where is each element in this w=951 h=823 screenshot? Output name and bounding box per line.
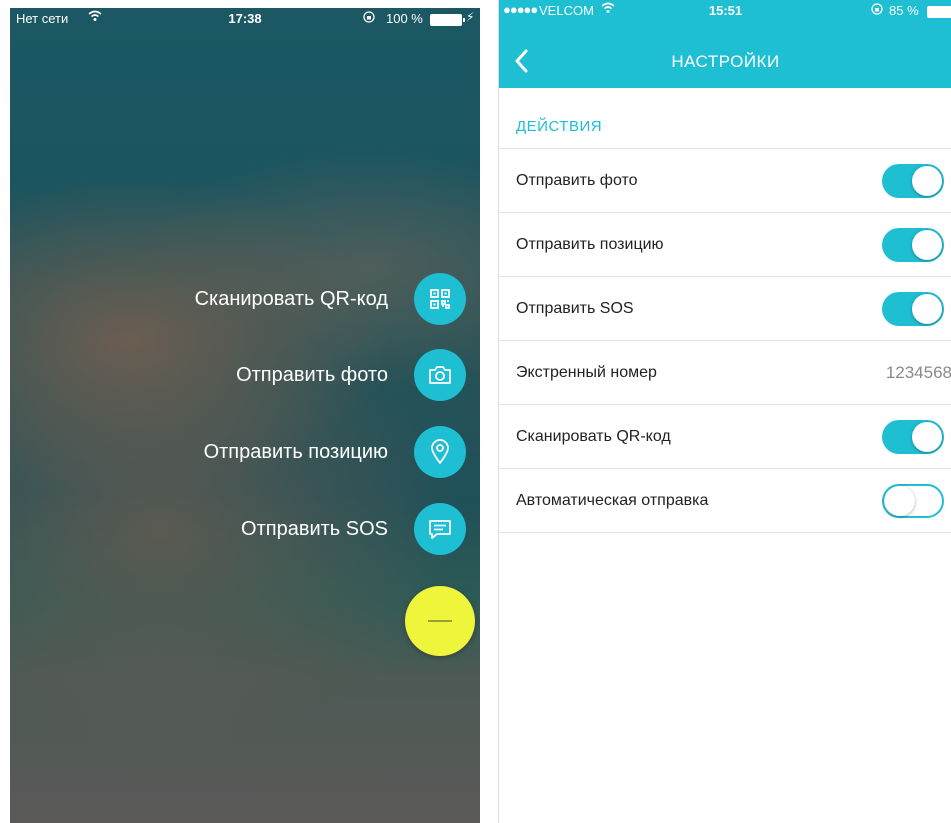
rotation-lock-icon — [871, 3, 883, 18]
setting-row-send-photo: Отправить фото — [499, 149, 951, 213]
qr-code-icon[interactable] — [414, 273, 466, 325]
emergency-number-value[interactable]: 1234568 — [886, 341, 951, 404]
setting-label: Экстренный номер — [516, 364, 657, 381]
charging-icon: ⚡ — [466, 10, 475, 24]
settings-list: Отправить фото Отправить позицию Отправи… — [499, 148, 951, 533]
send-photo-toggle[interactable] — [882, 164, 944, 198]
setting-label: Автоматическая отправка — [516, 492, 709, 509]
camera-icon[interactable] — [414, 349, 466, 401]
toggle-knob — [912, 422, 942, 452]
status-bar: ●●●●● VELCOM 15:51 85 % — [499, 0, 951, 22]
send-location-toggle[interactable] — [882, 228, 944, 262]
setting-label: Отправить SOS — [516, 300, 634, 317]
toggle-knob — [885, 486, 915, 516]
setting-row-emergency-number[interactable]: Экстренный номер 1234568 — [499, 341, 951, 405]
setting-row-auto-send: Автоматическая отправка — [499, 469, 951, 533]
action-label: Отправить позицию — [203, 440, 388, 463]
location-pin-icon[interactable] — [414, 426, 466, 478]
setting-label: Отправить фото — [516, 172, 638, 189]
page-title: НАСТРОЙКИ — [671, 52, 780, 71]
section-title: ДЕЙСТВИЯ — [516, 118, 603, 135]
action-send-photo[interactable]: Отправить фото — [236, 348, 466, 402]
action-label: Сканировать QR-код — [194, 287, 388, 310]
left-phone-screen: Нет сети 17:38 100 % ⚡ Сканировать QR-ко… — [10, 8, 480, 823]
minus-icon — [428, 620, 452, 622]
setting-row-send-sos: Отправить SOS — [499, 277, 951, 341]
message-icon[interactable] — [414, 503, 466, 555]
toggle-knob — [912, 166, 942, 196]
toggle-knob — [912, 294, 942, 324]
action-label: Отправить фото — [236, 363, 388, 386]
right-phone-screen: ●●●●● VELCOM 15:51 85 % НАСТРОЙКИ ДЕЙСТВ… — [498, 0, 951, 823]
battery-icon — [927, 6, 951, 18]
auto-send-toggle[interactable] — [882, 484, 944, 518]
setting-row-send-location: Отправить позицию — [499, 213, 951, 277]
battery-icon — [430, 14, 465, 26]
scan-qr-toggle[interactable] — [882, 420, 944, 454]
clock: 15:51 — [708, 3, 743, 18]
status-bar: Нет сети 17:38 100 % ⚡ — [10, 8, 480, 30]
action-send-sos[interactable]: Отправить SOS — [241, 502, 466, 556]
action-send-location[interactable]: Отправить позицию — [204, 425, 466, 479]
battery-percent: 100 % — [386, 11, 423, 26]
battery-percent: 85 % — [889, 3, 919, 18]
send-sos-toggle[interactable] — [882, 292, 944, 326]
setting-row-scan-qr: Сканировать QR-код — [499, 405, 951, 469]
action-label: Отправить SOS — [241, 517, 388, 540]
nav-header: ●●●●● VELCOM 15:51 85 % НАСТРОЙКИ — [499, 0, 951, 88]
rotation-lock-icon — [363, 11, 375, 26]
close-menu-button[interactable] — [405, 586, 475, 656]
setting-label: Отправить позицию — [516, 236, 664, 253]
action-scan-qr[interactable]: Сканировать QR-код — [195, 272, 466, 326]
setting-label: Сканировать QR-код — [516, 428, 671, 445]
toggle-knob — [912, 230, 942, 260]
